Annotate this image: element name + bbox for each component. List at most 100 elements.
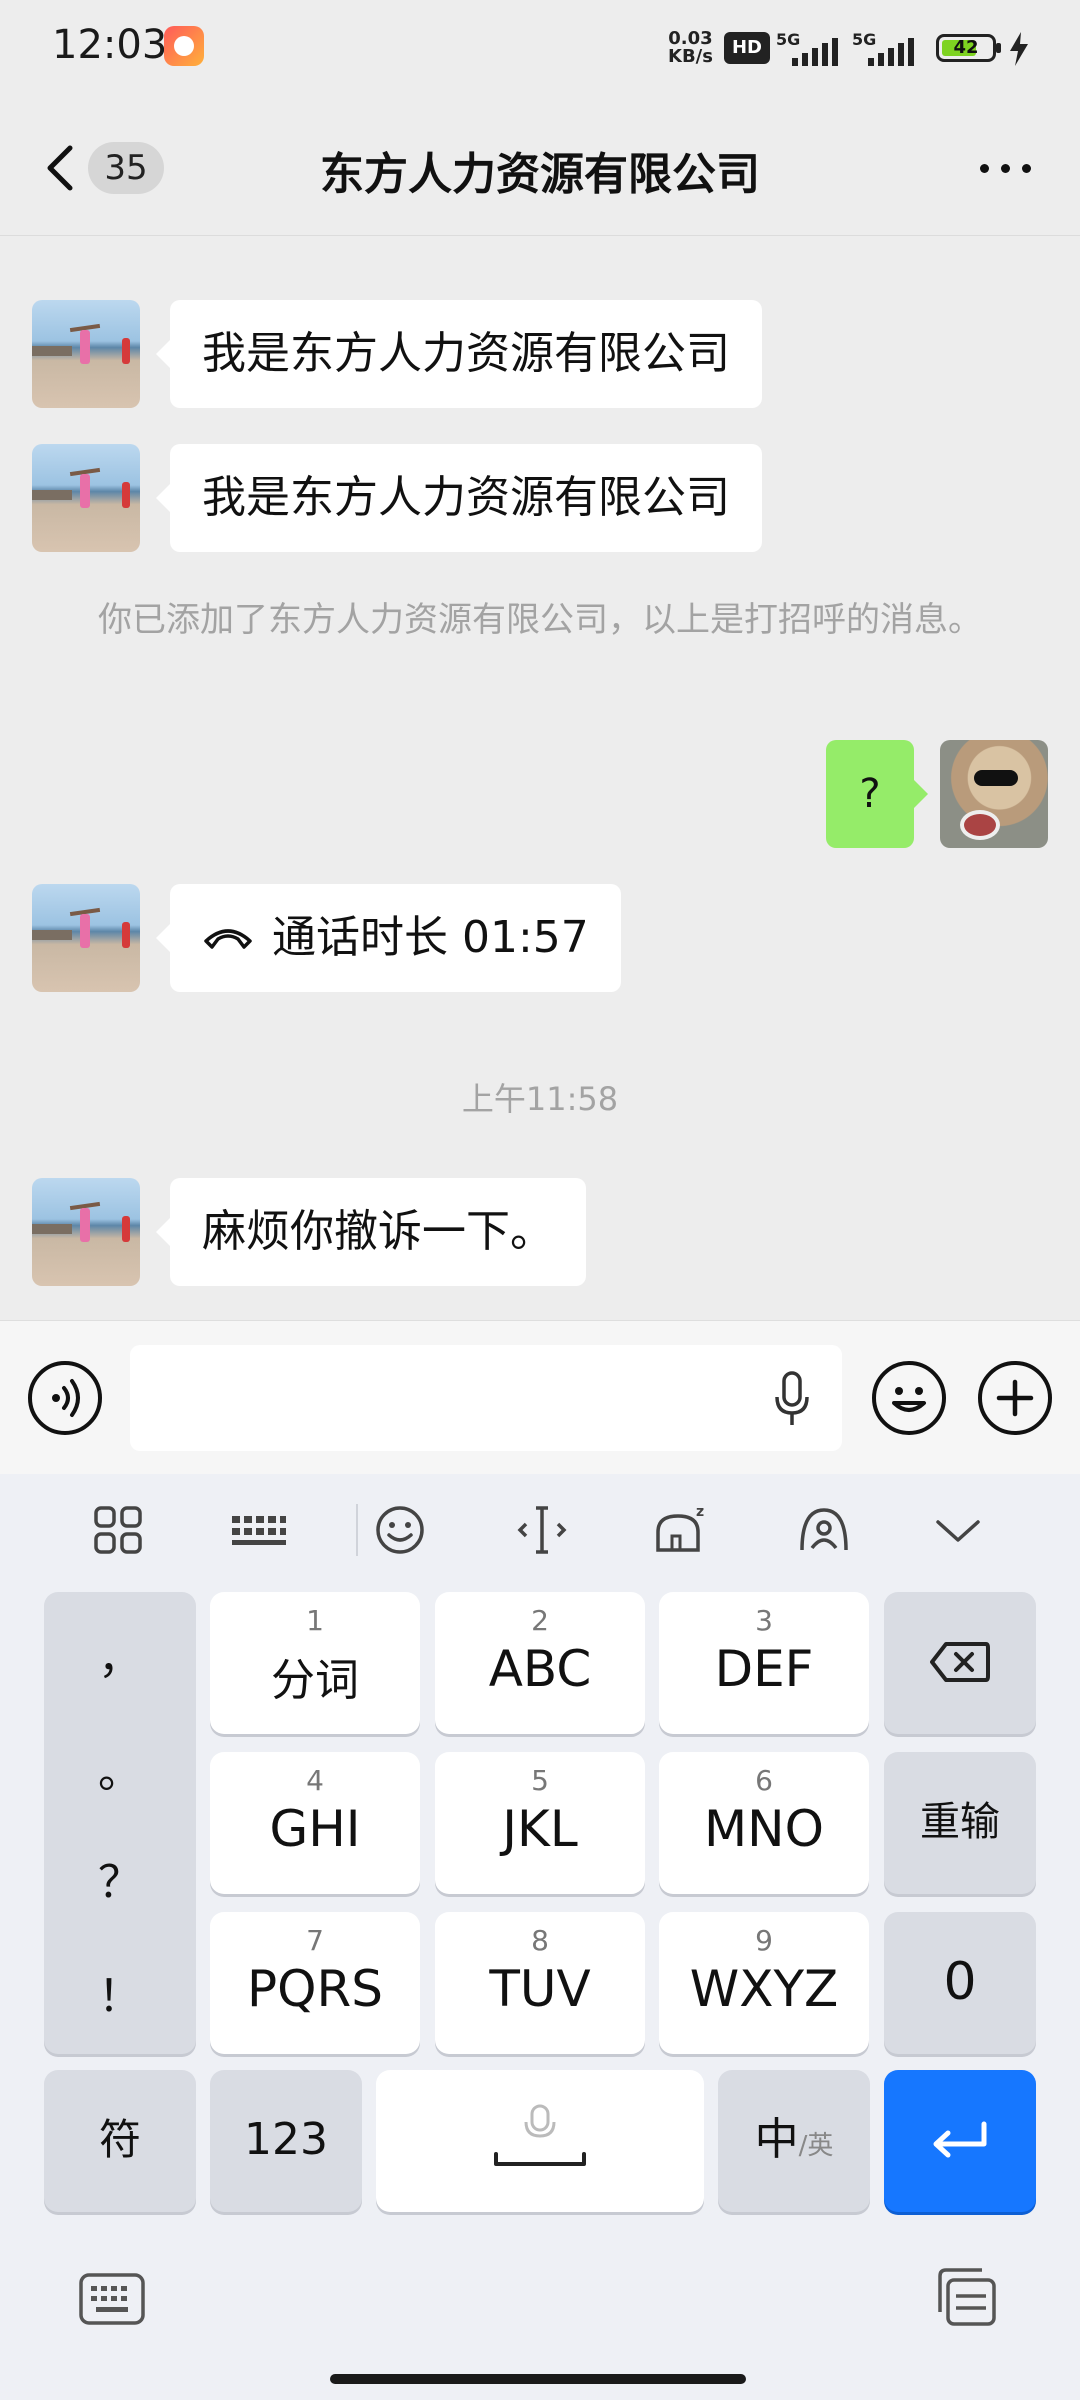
space-key[interactable] — [376, 2070, 704, 2212]
key-2[interactable]: 2 ABC — [435, 1592, 645, 1734]
key-number: 1 — [306, 1604, 324, 1637]
contact-avatar[interactable] — [32, 1178, 140, 1286]
key-number: 2 — [531, 1604, 549, 1637]
voice-input-button[interactable] — [28, 1361, 102, 1435]
key-number: 9 — [755, 1924, 773, 1957]
punct-comma-key[interactable]: ， — [44, 1622, 196, 1686]
system-notice: 你已添加了东方人力资源有限公司，以上是打招呼的消息。 — [98, 600, 982, 640]
key-label: 0 — [943, 1952, 977, 2012]
toolbar-divider — [356, 1504, 358, 1556]
clipboard-icon[interactable] — [934, 2266, 998, 2328]
chat-header: 35 东方人力资源有限公司 — [0, 100, 1080, 236]
space-mic-icon — [494, 2104, 586, 2166]
more-options-icon[interactable] — [976, 160, 1036, 176]
key-label: GHI — [269, 1800, 361, 1858]
key-label: 重输 — [920, 1799, 1000, 1845]
punctuation-column[interactable]: ， 。 ？ ！ — [44, 1592, 196, 2054]
key-label: WXYZ — [689, 1960, 839, 2018]
sleep-mode-icon[interactable]: z — [652, 1502, 712, 1558]
key-1[interactable]: 1 分词 — [210, 1592, 420, 1734]
punct-question-key[interactable]: ？ — [44, 1846, 196, 1910]
key-5[interactable]: 5 JKL — [435, 1752, 645, 1894]
key-label: TUV — [489, 1960, 591, 2018]
punct-period-key[interactable]: 。 — [44, 1736, 196, 1800]
keyboard-switch-icon[interactable] — [78, 2272, 146, 2326]
message-list[interactable]: 我是东方人力资源有限公司 我是东方人力资源有限公司 你已添加了东方人力资源有限公… — [0, 236, 1080, 1320]
contact-avatar[interactable] — [32, 300, 140, 408]
emoji-button[interactable] — [872, 1361, 946, 1435]
key-label: DEF — [714, 1640, 814, 1698]
key-label: 123 — [244, 2114, 328, 2165]
home-indicator[interactable] — [330, 2374, 746, 2384]
back-icon[interactable] — [40, 144, 84, 192]
voice-icon — [52, 1379, 80, 1417]
app-notification-icon — [164, 26, 204, 66]
hd-voice-icon: HD — [724, 32, 770, 64]
call-record-bubble[interactable]: 通话时长 01:57 — [156, 884, 621, 992]
enter-icon — [933, 2121, 987, 2158]
symbols-key[interactable]: 符 — [44, 2070, 196, 2212]
key-label: JKL — [502, 1800, 578, 1858]
lang-label: 中 — [754, 2114, 799, 2165]
unread-count-badge[interactable]: 35 — [88, 142, 164, 194]
charging-icon — [1010, 32, 1028, 66]
status-time: 12:03 — [52, 22, 168, 68]
cursor-move-icon[interactable] — [512, 1502, 572, 1558]
backspace-key[interactable] — [884, 1592, 1036, 1734]
handwriting-icon[interactable] — [794, 1502, 854, 1558]
key-9[interactable]: 9 WXYZ — [659, 1912, 869, 2054]
key-number: 8 — [531, 1924, 549, 1957]
key-8[interactable]: 8 TUV — [435, 1912, 645, 2054]
key-0[interactable]: 0 — [884, 1912, 1036, 2054]
reinput-key[interactable]: 重输 — [884, 1752, 1036, 1894]
signal-icon: 5G — [852, 30, 922, 66]
status-bar: 12:03 0.03 KB/s HD 5G 5G 42 — [0, 0, 1080, 100]
plus-icon — [996, 1379, 1034, 1417]
key-number: 6 — [755, 1764, 773, 1797]
keyboard: z ， 。 ？ ！ 1 分词 2 ABC 3 DEF 4 GHI 5 JKL 6… — [0, 1474, 1080, 2400]
contact-avatar[interactable] — [32, 444, 140, 552]
message-bubble[interactable]: 我是东方人力资源有限公司 — [156, 300, 762, 408]
key-label: 符 — [98, 2115, 141, 2164]
keyboard-layout-icon[interactable] — [228, 1502, 288, 1558]
my-message-bubble[interactable]: ? — [826, 740, 928, 848]
key-label: MNO — [704, 1800, 824, 1858]
collapse-keyboard-icon[interactable] — [928, 1502, 988, 1558]
key-number: 4 — [306, 1764, 324, 1797]
message-input[interactable] — [130, 1345, 842, 1451]
key-label: ABC — [488, 1640, 592, 1698]
backspace-icon — [930, 1642, 990, 1682]
language-switch-key[interactable]: 中/英 — [718, 2070, 870, 2212]
svg-text:z: z — [696, 1504, 704, 1520]
message-bubble[interactable]: 麻烦你撤诉一下。 — [156, 1178, 586, 1286]
numbers-key[interactable]: 123 — [210, 2070, 362, 2212]
my-avatar[interactable] — [940, 740, 1048, 848]
lang-sub-label: /英 — [798, 2131, 834, 2161]
message-bubble[interactable]: 我是东方人力资源有限公司 — [156, 444, 762, 552]
key-6[interactable]: 6 MNO — [659, 1752, 869, 1894]
battery-icon: 42 — [936, 34, 1001, 62]
punct-exclaim-key[interactable]: ！ — [44, 1960, 196, 2024]
message-timestamp: 上午11:58 — [461, 1080, 619, 1118]
key-4[interactable]: 4 GHI — [210, 1752, 420, 1894]
network-speed-unit: KB/s — [668, 46, 713, 67]
emoji-icon[interactable] — [370, 1502, 430, 1558]
battery-level: 42 — [953, 37, 979, 58]
key-number: 3 — [755, 1604, 773, 1637]
key-number: 5 — [531, 1764, 549, 1797]
call-duration: 通话时长 01:57 — [272, 912, 589, 963]
network-speed: 0.03 KB/s — [668, 30, 713, 66]
keyboard-toolbar: z — [0, 1474, 1080, 1584]
chat-title: 东方人力资源有限公司 — [320, 149, 760, 200]
grid-apps-icon[interactable] — [88, 1502, 148, 1558]
key-label: 分词 — [271, 1655, 359, 1706]
more-functions-button[interactable] — [978, 1361, 1052, 1435]
key-3[interactable]: 3 DEF — [659, 1592, 869, 1734]
contact-avatar[interactable] — [32, 884, 140, 992]
enter-key[interactable] — [884, 2070, 1036, 2212]
microphone-icon[interactable] — [772, 1371, 812, 1427]
signal-icon: 5G — [776, 30, 846, 66]
smiley-icon — [892, 1387, 926, 1412]
input-bar — [0, 1320, 1080, 1474]
key-7[interactable]: 7 PQRS — [210, 1912, 420, 2054]
